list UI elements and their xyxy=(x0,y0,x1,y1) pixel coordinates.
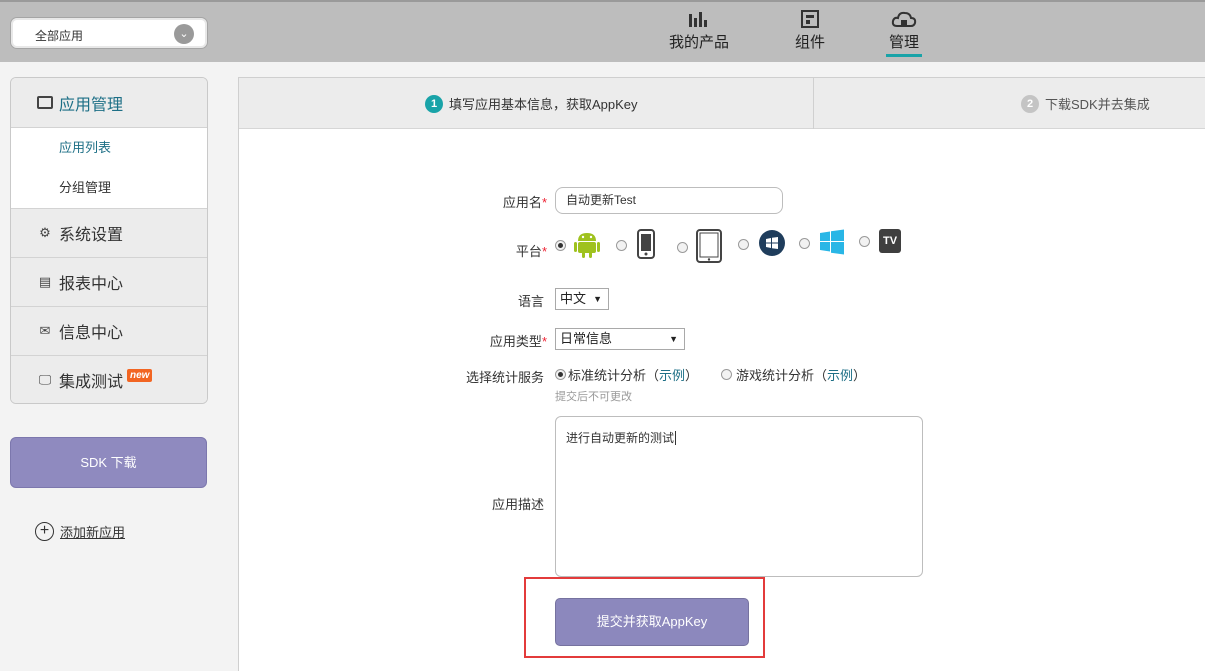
sidebar-item-app-list[interactable]: 应用列表 xyxy=(11,128,207,168)
nav-my-products[interactable]: 我的产品 xyxy=(666,10,732,52)
description-textarea[interactable]: 进行自动更新的测试 xyxy=(555,416,923,577)
platform-option-tablet[interactable] xyxy=(677,229,722,266)
stat-option-standard-label: 标准统计分析 xyxy=(568,368,647,383)
main-panel: 1 填写应用基本信息，获取AppKey 2 下载SDK并去集成 应用名* 自动更… xyxy=(238,77,1205,671)
stat-option-standard[interactable]: 标准统计分析 （ 示例 ） xyxy=(555,365,698,384)
sidebar-header-app-management[interactable]: 应用管理 xyxy=(11,78,207,128)
nav-my-products-label: 我的产品 xyxy=(668,34,729,51)
step-1: 1 填写应用基本信息，获取AppKey xyxy=(425,78,638,129)
app-management-icon xyxy=(37,96,53,109)
monitor-icon: 🖵 xyxy=(38,372,52,387)
sidebar-item-group-management[interactable]: 分组管理 xyxy=(11,168,207,208)
phone-icon xyxy=(637,229,655,262)
nav-manage-label: 管理 xyxy=(888,34,919,51)
platform-option-windows[interactable] xyxy=(799,229,845,258)
plus-circle-icon: + xyxy=(35,522,54,541)
platform-radio-windows[interactable] xyxy=(799,238,810,249)
sidebar-item-label: 报表中心 xyxy=(59,276,124,293)
platform-option-phone[interactable] xyxy=(616,229,655,262)
sidebar-item-integration-test[interactable]: 🖵 集成测试 new xyxy=(11,355,207,403)
stat-game-example-link[interactable]: 示例 xyxy=(827,365,853,384)
stat-hint: 提交后不可更改 xyxy=(555,391,632,403)
app-selector-value: 全部应用 xyxy=(35,29,84,43)
add-new-app-label: 添加新应用 xyxy=(60,525,126,540)
nav-components[interactable]: 组件 xyxy=(792,10,828,52)
active-tab-indicator xyxy=(886,54,922,57)
app-type-select-value: 日常信息 xyxy=(560,331,613,346)
sidebar-item-system-settings[interactable]: ⚙ 系统设置 xyxy=(11,208,207,257)
description-text: 进行自动更新的测试 xyxy=(566,431,675,445)
bar-chart-icon xyxy=(666,10,732,30)
app-name-label: 应用名* xyxy=(502,195,547,210)
sidebar-item-label: 系统设置 xyxy=(59,227,124,244)
text-cursor xyxy=(675,431,677,445)
new-badge: new xyxy=(127,368,153,382)
mail-icon: ✉ xyxy=(39,323,51,338)
stat-option-game[interactable]: 游戏统计分析 （ 示例 ） xyxy=(721,365,866,384)
step-2-number: 2 xyxy=(1021,94,1039,113)
paren: ） xyxy=(853,368,867,383)
step-2: 2 下载SDK并去集成 xyxy=(1021,78,1150,129)
app-type-label: 应用类型* xyxy=(489,334,547,349)
step-1-label: 填写应用基本信息，获取AppKey xyxy=(449,97,638,112)
stat-option-game-label: 游戏统计分析 xyxy=(736,368,815,383)
settings-icon: ⚙ xyxy=(39,225,51,240)
platform-radio-phone[interactable] xyxy=(616,240,627,251)
cloud-manage-icon xyxy=(886,10,922,30)
dropdown-arrow-icon: ▼ xyxy=(593,294,602,304)
paren: （ xyxy=(814,368,828,383)
submit-get-appkey-button[interactable]: 提交并获取AppKey xyxy=(555,598,749,646)
tablet-icon xyxy=(696,229,722,266)
step-divider xyxy=(813,78,814,129)
windows-icon xyxy=(819,229,845,258)
app-name-input[interactable]: 自动更新Test xyxy=(555,187,783,214)
step-2-label: 下载SDK并去集成 xyxy=(1045,97,1150,112)
stat-standard-example-link[interactable]: 示例 xyxy=(659,365,685,384)
language-select-value: 中文 xyxy=(560,291,587,306)
language-label: 语言 xyxy=(517,294,544,309)
dropdown-arrow-icon: ▼ xyxy=(669,334,678,344)
sidebar-header-label: 应用管理 xyxy=(59,96,124,114)
app-type-select[interactable]: 日常信息 ▼ xyxy=(555,328,685,350)
sidebar-item-message-center[interactable]: ✉ 信息中心 xyxy=(11,306,207,355)
platform-option-tv[interactable]: TV xyxy=(859,229,901,253)
add-new-app-link[interactable]: + 添加新应用 xyxy=(35,522,125,541)
sidebar-item-report-center[interactable]: ▤ 报表中心 xyxy=(11,257,207,306)
sidebar-item-label: 信息中心 xyxy=(59,325,124,342)
sidebar-item-label: 集成测试 xyxy=(59,374,124,391)
nav-components-label: 组件 xyxy=(794,34,825,51)
chevron-down-icon[interactable]: ⌄ xyxy=(174,24,194,44)
step-indicator: 1 填写应用基本信息，获取AppKey 2 下载SDK并去集成 xyxy=(239,78,1205,129)
step-1-number: 1 xyxy=(425,94,443,113)
platform-radio-tablet[interactable] xyxy=(677,242,688,253)
platform-label: 平台* xyxy=(515,244,547,259)
stat-radio-game[interactable] xyxy=(721,369,732,380)
top-bar: 全部应用 ⌄ 我的产品 组件 管理 xyxy=(0,0,1205,62)
nav-manage[interactable]: 管理 xyxy=(886,10,922,57)
android-icon xyxy=(574,229,600,262)
platform-radio-android[interactable] xyxy=(555,240,566,251)
report-icon: ▤ xyxy=(38,274,52,289)
language-select[interactable]: 中文 ▼ xyxy=(555,288,609,310)
tv-icon: TV xyxy=(879,229,901,253)
paren: （ xyxy=(646,368,660,383)
platform-radio-windows-phone[interactable] xyxy=(738,239,749,250)
app-selector-dropdown[interactable]: 全部应用 ⌄ xyxy=(10,17,208,49)
description-label: 应用描述 xyxy=(491,497,544,512)
stat-service-label: 选择统计服务 xyxy=(465,370,544,385)
platform-radio-tv[interactable] xyxy=(859,235,870,247)
platform-option-windows-phone[interactable] xyxy=(738,229,786,260)
component-icon xyxy=(792,10,828,30)
windows-phone-icon xyxy=(758,229,786,260)
stat-radio-standard[interactable] xyxy=(555,369,566,380)
sidebar: 应用管理 应用列表 分组管理 ⚙ 系统设置 ▤ 报表中心 ✉ 信息中心 🖵 集成… xyxy=(10,77,208,404)
paren: ） xyxy=(685,368,699,383)
sdk-download-button[interactable]: SDK 下载 xyxy=(10,437,207,488)
platform-option-android[interactable] xyxy=(555,229,600,262)
